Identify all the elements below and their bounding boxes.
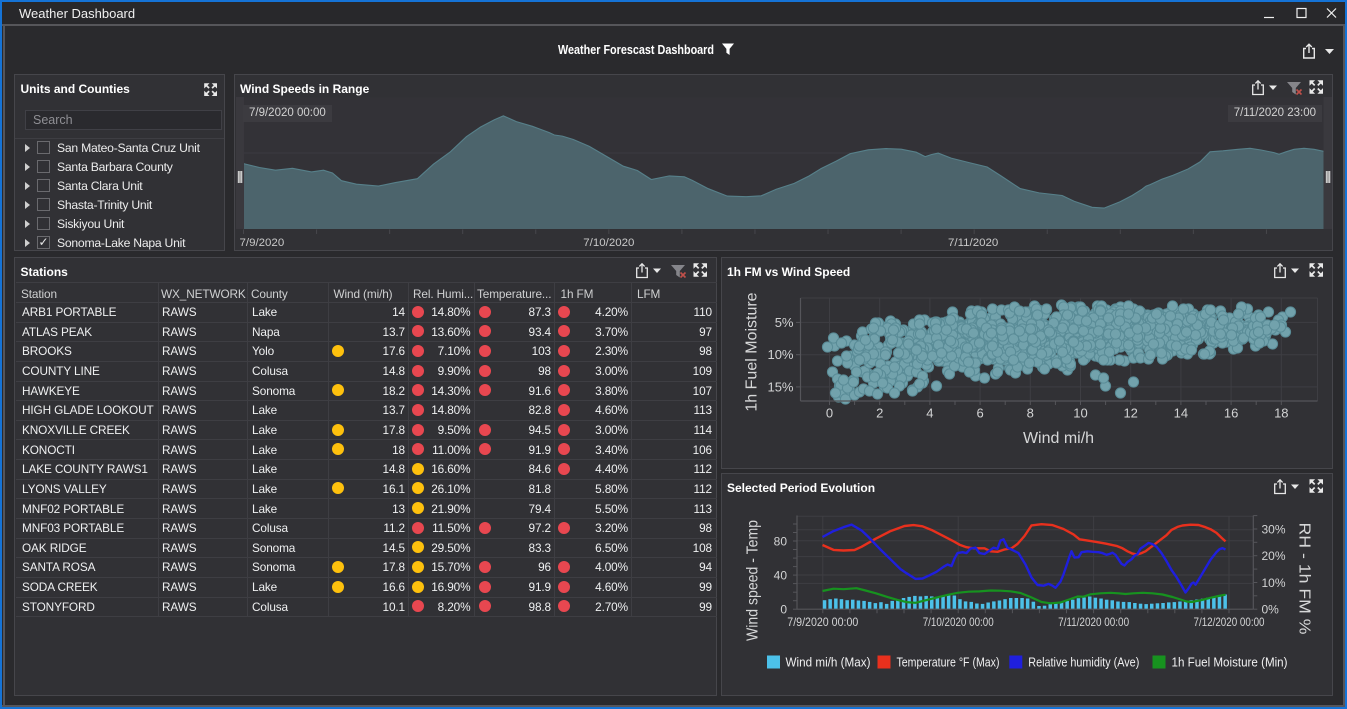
svg-text:8: 8 [1026, 406, 1033, 421]
svg-text:0%: 0% [1261, 602, 1279, 616]
svg-text:20%: 20% [1261, 549, 1285, 563]
svg-text:6: 6 [976, 406, 983, 421]
svg-text:Wind mi/h: Wind mi/h [1022, 430, 1093, 447]
svg-text:7/10/2020 00:00: 7/10/2020 00:00 [922, 615, 993, 629]
svg-text:10%: 10% [767, 347, 793, 362]
svg-text:16: 16 [1223, 406, 1237, 421]
svg-text:40: 40 [773, 568, 787, 582]
svg-text:7/11/2020 00:00: 7/11/2020 00:00 [1058, 615, 1129, 629]
svg-text:4: 4 [926, 406, 933, 421]
svg-text:7/12/2020 00:00: 7/12/2020 00:00 [1193, 615, 1264, 629]
svg-text:Relative humidity (Ave): Relative humidity (Ave) [1028, 655, 1139, 669]
svg-text:2: 2 [876, 406, 883, 421]
svg-text:12: 12 [1123, 406, 1137, 421]
svg-text:10: 10 [1073, 406, 1087, 421]
svg-text:Temperature °F (Max): Temperature °F (Max) [896, 655, 999, 669]
svg-text:Wind mi/h (Max): Wind mi/h (Max) [785, 655, 870, 669]
svg-text:14: 14 [1173, 406, 1187, 421]
svg-text:7/9/2020: 7/9/2020 [239, 237, 284, 249]
svg-text:0: 0 [825, 406, 832, 421]
svg-text:Weather Forescast Dashboard: Weather Forescast Dashboard [558, 43, 714, 57]
svg-text:RH - 1h FM %: RH - 1h FM % [1295, 522, 1312, 634]
svg-text:1h Fuel Moisture (Min): 1h Fuel Moisture (Min) [1171, 655, 1287, 669]
svg-text:Wind speed - Temp: Wind speed - Temp [744, 520, 761, 641]
svg-text:80: 80 [773, 534, 787, 548]
svg-text:0: 0 [780, 602, 787, 616]
svg-text:30%: 30% [1261, 522, 1285, 536]
svg-text:7/9/2020 00:00: 7/9/2020 00:00 [787, 615, 858, 629]
svg-text:18: 18 [1274, 406, 1288, 421]
svg-text:7/10/2020: 7/10/2020 [583, 237, 634, 249]
svg-text:5%: 5% [774, 315, 793, 330]
svg-text:7/11/2020: 7/11/2020 [948, 237, 998, 249]
svg-text:15%: 15% [767, 379, 793, 394]
svg-text:1h Fuel Moisture: 1h Fuel Moisture [743, 292, 760, 411]
svg-text:10%: 10% [1261, 576, 1285, 590]
